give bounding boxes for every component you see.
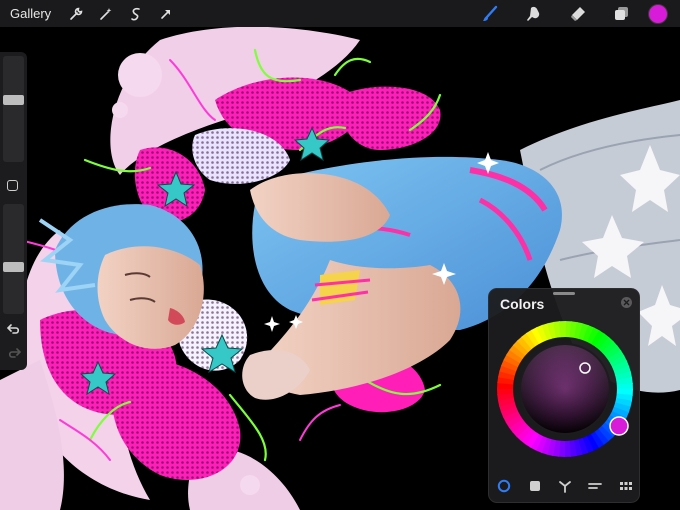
color-disc[interactable] — [495, 319, 635, 459]
brush-size-slider[interactable] — [3, 56, 24, 162]
colors-panel: Colors — [488, 288, 640, 503]
disc-icon[interactable] — [494, 476, 514, 496]
opacity-slider[interactable] — [3, 204, 24, 314]
gallery-button[interactable]: Gallery — [0, 6, 61, 21]
magic-wand-icon[interactable] — [91, 0, 121, 27]
selection-icon[interactable] — [121, 0, 151, 27]
smudge-icon[interactable] — [512, 0, 556, 27]
layers-icon[interactable] — [600, 0, 644, 27]
redo-icon[interactable] — [5, 344, 22, 361]
wrench-icon[interactable] — [61, 0, 91, 27]
modify-square-icon[interactable] — [7, 180, 18, 191]
active-color-swatch[interactable] — [648, 3, 668, 24]
harmony-icon[interactable] — [555, 476, 575, 496]
color-mode-tabs — [489, 475, 641, 497]
top-toolbar: Gallery — [0, 0, 680, 27]
transform-arrow-icon[interactable] — [151, 0, 181, 27]
opacity-thumb[interactable] — [3, 262, 24, 272]
brush-icon[interactable] — [468, 0, 512, 27]
panel-grabber[interactable] — [553, 292, 575, 295]
toolbar-left-group: Gallery — [0, 0, 181, 27]
hue-picker-handle[interactable] — [609, 416, 629, 436]
brush-size-thumb[interactable] — [3, 95, 24, 105]
classic-icon[interactable] — [525, 476, 545, 496]
eraser-icon[interactable] — [556, 0, 600, 27]
left-sidebar — [0, 52, 27, 370]
toolbar-right-group — [468, 0, 680, 27]
close-icon[interactable] — [621, 297, 632, 308]
value-icon[interactable] — [585, 476, 605, 496]
colors-panel-title: Colors — [500, 296, 545, 312]
undo-icon[interactable] — [5, 320, 22, 337]
palettes-icon[interactable] — [616, 476, 636, 496]
